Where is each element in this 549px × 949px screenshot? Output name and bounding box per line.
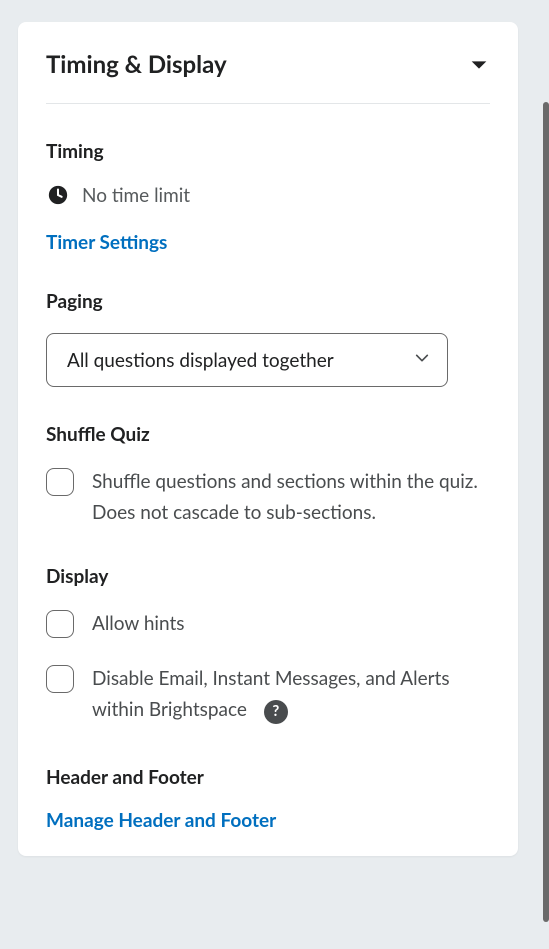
disable-checkbox[interactable] bbox=[46, 665, 74, 693]
panel-title: Timing & Display bbox=[46, 50, 227, 79]
timing-status-text: No time limit bbox=[82, 184, 190, 207]
panel-header[interactable]: Timing & Display bbox=[46, 50, 490, 104]
shuffle-checkbox-label: Shuffle questions and sections within th… bbox=[92, 466, 490, 529]
header-footer-label: Header and Footer bbox=[46, 766, 490, 789]
shuffle-checkbox-row: Shuffle questions and sections within th… bbox=[46, 466, 490, 529]
paging-label: Paging bbox=[46, 290, 490, 313]
disable-checkbox-label: Disable Email, Instant Messages, and Ale… bbox=[92, 663, 490, 726]
timing-status-row: No time limit bbox=[46, 183, 490, 207]
help-icon[interactable]: ? bbox=[264, 700, 288, 724]
shuffle-label: Shuffle Quiz bbox=[46, 423, 490, 446]
hints-checkbox-row: Allow hints bbox=[46, 608, 490, 639]
timing-section: Timing No time limit Timer Settings bbox=[46, 140, 490, 254]
paging-select-value: All questions displayed together bbox=[67, 349, 334, 372]
timing-label: Timing bbox=[46, 140, 490, 163]
paging-select-wrap: All questions displayed together bbox=[46, 333, 448, 387]
shuffle-checkbox[interactable] bbox=[46, 468, 74, 496]
timing-display-panel: Timing & Display Timing No time limit Ti… bbox=[18, 22, 518, 856]
display-section: Display Allow hints Disable Email, Insta… bbox=[46, 565, 490, 726]
vertical-scrollbar[interactable] bbox=[543, 102, 549, 922]
timer-settings-link[interactable]: Timer Settings bbox=[46, 231, 167, 254]
manage-header-footer-link[interactable]: Manage Header and Footer bbox=[46, 809, 276, 832]
clock-icon bbox=[46, 183, 70, 207]
disable-checkbox-row: Disable Email, Instant Messages, and Ale… bbox=[46, 663, 490, 726]
collapse-caret-icon[interactable] bbox=[468, 54, 490, 76]
paging-select[interactable]: All questions displayed together bbox=[46, 333, 448, 387]
hints-checkbox[interactable] bbox=[46, 610, 74, 638]
panel-content: Timing & Display Timing No time limit Ti… bbox=[18, 22, 518, 856]
header-footer-section: Header and Footer Manage Header and Foot… bbox=[46, 766, 490, 832]
paging-section: Paging All questions displayed together bbox=[46, 290, 490, 387]
shuffle-section: Shuffle Quiz Shuffle questions and secti… bbox=[46, 423, 490, 529]
display-label: Display bbox=[46, 565, 490, 588]
hints-checkbox-label: Allow hints bbox=[92, 608, 185, 639]
